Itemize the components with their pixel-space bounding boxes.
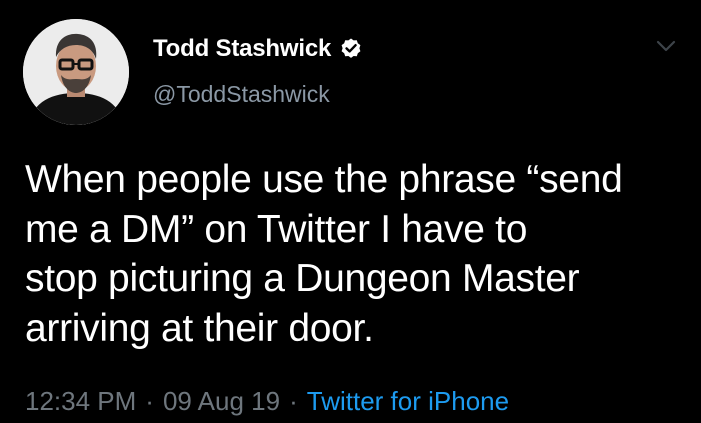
tweet-meta: 12:34 PM · 09 Aug 19 · Twitter for iPhon…	[25, 386, 509, 417]
avatar-photo-icon	[23, 19, 129, 125]
meta-separator: ·	[145, 386, 154, 416]
tweet-text-line: arriving at their door.	[25, 306, 374, 350]
verified-badge-icon	[339, 37, 363, 61]
meta-separator: ·	[289, 386, 298, 416]
avatar[interactable]	[23, 19, 129, 125]
tweet-text-line: When people use the phrase “send	[25, 158, 623, 201]
chevron-down-icon[interactable]	[655, 38, 677, 54]
author-handle[interactable]: @ToddStashwick	[153, 81, 330, 108]
display-name[interactable]: Todd Stashwick	[153, 35, 331, 63]
tweet-text: When people use the phrase “send me a DM…	[25, 155, 685, 353]
tweet-card[interactable]: Todd Stashwick @ToddStashwick When peopl…	[0, 0, 701, 423]
tweet-source-link[interactable]: Twitter for iPhone	[307, 386, 509, 417]
tweet-text-line: me a DM” on Twitter I have to	[25, 207, 528, 251]
tweet-text-line: stop picturing a Dungeon Master	[25, 257, 580, 300]
author-name-row[interactable]: Todd Stashwick	[153, 32, 363, 66]
tweet-time[interactable]: 12:34 PM	[25, 386, 136, 417]
tweet-date[interactable]: 09 Aug 19	[163, 386, 280, 417]
